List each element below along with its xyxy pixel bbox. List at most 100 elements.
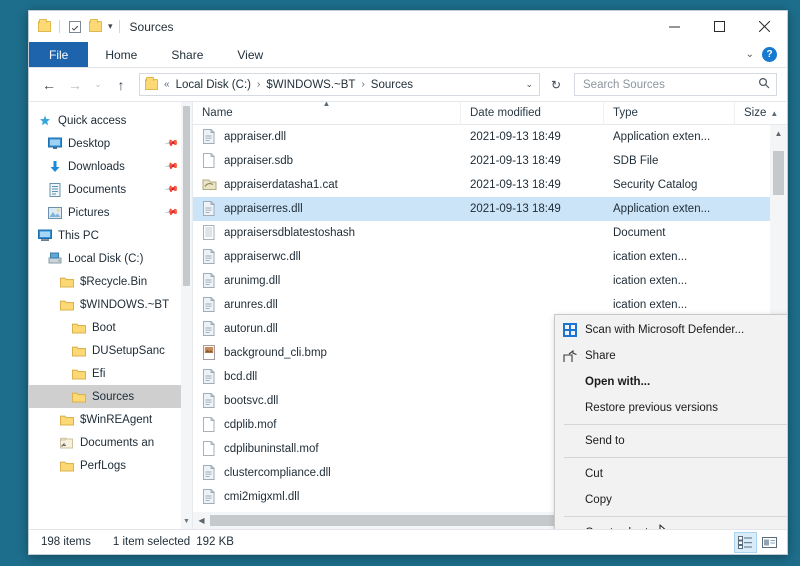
- column-header-name[interactable]: ▲ Name: [193, 102, 461, 125]
- dll-icon: [202, 489, 218, 505]
- table-row[interactable]: arunimg.dll ication exten... 8: [193, 269, 770, 293]
- search-input[interactable]: Search Sources: [574, 73, 777, 96]
- chevron-up-icon[interactable]: ▲: [770, 109, 778, 118]
- column-header-size[interactable]: Size ▲: [735, 102, 787, 125]
- file-name: appraisersdblatestoshash: [224, 227, 356, 239]
- chevron-up-icon[interactable]: ▲: [770, 125, 787, 142]
- navigation-tree: Quick access Desktop 📌 Downloads 📌 Documents 📌…: [29, 102, 181, 529]
- folder-icon[interactable]: [36, 18, 53, 35]
- sidebar-item-boot[interactable]: Boot: [29, 316, 181, 339]
- menu-item-restore-previous-versions[interactable]: Restore previous versions: [555, 395, 787, 421]
- chevron-down-icon[interactable]: ▼: [181, 515, 192, 527]
- refresh-button[interactable]: ↻: [544, 73, 568, 96]
- column-header-type[interactable]: Type: [604, 102, 735, 125]
- details-view-icon[interactable]: [734, 531, 757, 553]
- cell-type-value: ication exten...: [613, 299, 688, 311]
- sidebar-item-quick-access[interactable]: Quick access: [29, 109, 181, 132]
- breadcrumb-separator: ›: [361, 79, 365, 90]
- cell-name: cdplibuninstall.mof: [193, 441, 461, 457]
- close-button[interactable]: [742, 11, 787, 42]
- breadcrumb-sources[interactable]: Sources: [371, 79, 413, 91]
- sidebar-item-downloads[interactable]: Downloads 📌: [29, 155, 181, 178]
- cell-name: cmi2migxml.dll: [193, 489, 461, 505]
- breadcrumb-local-disk[interactable]: Local Disk (C:): [176, 79, 251, 91]
- menu-item-open-with[interactable]: Open with...: [555, 369, 787, 395]
- menu-item-copy[interactable]: Copy: [555, 487, 787, 513]
- table-row[interactable]: appraiserres.dll 2021-09-13 18:49 Applicat…: [193, 197, 770, 221]
- sidebar-item-dusetupsanc[interactable]: DUSetupSanc: [29, 339, 181, 362]
- chevron-down-icon[interactable]: ⌄: [525, 79, 535, 90]
- file-name: background_cli.bmp: [224, 347, 327, 359]
- back-button[interactable]: ←: [37, 73, 61, 97]
- cell-name: appraiser.dll: [193, 129, 461, 145]
- minimize-button[interactable]: [652, 11, 697, 42]
- menu-item-send-to[interactable]: Send to›: [555, 428, 787, 454]
- table-row[interactable]: appraiserdatasha1.cat 2021-09-13 18:49 Sec…: [193, 173, 770, 197]
- menu-item-share[interactable]: Share: [555, 343, 787, 369]
- selection-info: 1 item selected: [112, 536, 191, 548]
- maximize-button[interactable]: [697, 11, 742, 42]
- cell-size: 2,5: [735, 155, 770, 167]
- table-row[interactable]: appraiser.sdb 2021-09-13 18:49 SDB File 2,5: [193, 149, 770, 173]
- sidebar-item-perflogs[interactable]: PerfLogs: [29, 454, 181, 477]
- table-row[interactable]: appraisersdblatestoshash Document: [193, 221, 770, 245]
- file-name: cdplib.mof: [224, 419, 277, 431]
- sidebar-item-documents[interactable]: Documents 📌: [29, 178, 181, 201]
- cell-size: 2,1: [735, 131, 770, 143]
- properties-checkbox-icon[interactable]: [66, 18, 83, 35]
- sidebar-item-efi[interactable]: Efi: [29, 362, 181, 385]
- recent-locations-button[interactable]: ⌄: [89, 73, 107, 97]
- help-icon[interactable]: ?: [762, 47, 777, 62]
- cell-date-modified-value: 2021-09-13 18:49: [470, 203, 561, 215]
- star-pin-icon: [37, 113, 53, 129]
- tab-view[interactable]: View: [220, 42, 280, 67]
- menu-item-scan-with-microsoft-defender[interactable]: Scan with Microsoft Defender...: [555, 317, 787, 343]
- forward-button[interactable]: →: [63, 73, 87, 97]
- sidebar-item-local-disk-c[interactable]: Local Disk (C:): [29, 247, 181, 270]
- file-icon: [202, 417, 218, 433]
- search-icon[interactable]: [758, 77, 770, 92]
- sidebar-item-windows-bt[interactable]: $WINDOWS.~BT: [29, 293, 181, 316]
- cell-type: Security Catalog: [604, 179, 735, 191]
- menu-item-label: Open with...: [585, 376, 651, 388]
- tab-home[interactable]: Home: [88, 42, 154, 67]
- new-folder-icon[interactable]: [87, 18, 104, 35]
- table-row[interactable]: appraiser.dll 2021-09-13 18:49 Application…: [193, 125, 770, 149]
- sidebar-item-winreagent[interactable]: $WinREAgent: [29, 408, 181, 431]
- pin-icon[interactable]: 📌: [164, 205, 179, 221]
- navigation-scrollbar[interactable]: ▼: [181, 102, 192, 529]
- table-row[interactable]: appraiserwc.dll ication exten... 2,1: [193, 245, 770, 269]
- sidebar-item-documents-an[interactable]: Documents an: [29, 431, 181, 454]
- chevron-down-icon[interactable]: ▾: [108, 22, 113, 31]
- scrollbar-thumb[interactable]: [773, 151, 784, 195]
- sidebar-item-sources[interactable]: Sources: [29, 385, 181, 408]
- sidebar-item-label: Pictures: [68, 206, 110, 219]
- tab-file[interactable]: File: [29, 42, 89, 67]
- cell-date-modified: 2021-09-13 18:49: [461, 203, 604, 215]
- cell-type: ication exten...: [604, 275, 735, 287]
- address-bar[interactable]: « Local Disk (C:) › $WINDOWS.~BT › Sourc…: [139, 73, 540, 96]
- cell-name: appraisersdblatestoshash: [193, 225, 461, 241]
- dll-icon: [202, 129, 218, 145]
- column-header-date-modified[interactable]: Date modified: [461, 102, 604, 125]
- large-icons-view-icon[interactable]: [758, 532, 781, 553]
- pin-icon[interactable]: 📌: [164, 136, 179, 152]
- sidebar-item-this-pc[interactable]: This PC: [29, 224, 181, 247]
- pin-icon[interactable]: 📌: [164, 159, 179, 175]
- menu-item-cut[interactable]: Cut: [555, 461, 787, 487]
- toolbar-divider: [118, 20, 120, 33]
- sidebar-item-pictures[interactable]: Pictures 📌: [29, 201, 181, 224]
- sidebar-item-label: PerfLogs: [80, 459, 127, 472]
- sidebar-item-label: $WinREAgent: [80, 413, 153, 426]
- up-button[interactable]: ↑: [109, 73, 133, 97]
- tab-share[interactable]: Share: [154, 42, 220, 67]
- folder-icon: [71, 389, 87, 405]
- pin-icon[interactable]: 📌: [164, 182, 179, 198]
- sidebar-item-recycle-bin[interactable]: $Recycle.Bin: [29, 270, 181, 293]
- chevron-left-icon[interactable]: ◀: [193, 512, 210, 529]
- menu-item-label: Create shortcut: [585, 527, 787, 529]
- chevron-down-icon[interactable]: ⌄: [746, 49, 754, 60]
- breadcrumb-windows-bt[interactable]: $WINDOWS.~BT: [266, 79, 355, 91]
- scrollbar-thumb[interactable]: [183, 106, 190, 286]
- sidebar-item-desktop[interactable]: Desktop 📌: [29, 132, 181, 155]
